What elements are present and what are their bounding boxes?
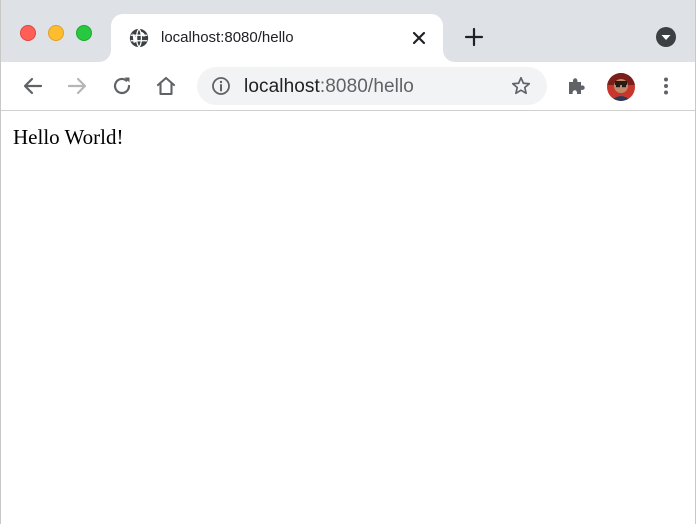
tab-title: localhost:8080/hello xyxy=(161,29,294,46)
tab-strip: localhost:8080/hello xyxy=(1,0,695,62)
close-icon[interactable] xyxy=(410,29,428,47)
reload-icon[interactable] xyxy=(110,74,134,98)
page-body-text: Hello World! xyxy=(13,125,124,149)
url-host: localhost xyxy=(244,76,320,97)
avatar-photo xyxy=(607,73,635,101)
back-arrow-icon[interactable] xyxy=(21,74,45,98)
page-content: Hello World! xyxy=(1,111,695,524)
star-icon[interactable] xyxy=(510,75,532,97)
browser-window: localhost:8080/hello localhost:8080/hell… xyxy=(0,0,696,524)
globe-icon xyxy=(129,28,149,48)
forward-arrow-icon[interactable] xyxy=(65,74,89,98)
home-icon[interactable] xyxy=(154,74,178,98)
window-maximize-button[interactable] xyxy=(76,25,92,41)
profile-avatar[interactable] xyxy=(607,73,635,101)
url-path: :8080/hello xyxy=(319,76,414,97)
new-tab-plus-icon[interactable] xyxy=(463,26,485,48)
puzzle-piece-icon[interactable] xyxy=(565,74,589,98)
window-close-button[interactable] xyxy=(20,25,36,41)
window-minimize-button[interactable] xyxy=(48,25,64,41)
tab-active[interactable]: localhost:8080/hello xyxy=(111,14,443,62)
toolbar: localhost:8080/hello xyxy=(1,62,695,111)
vertical-dots-icon[interactable] xyxy=(654,74,678,98)
address-bar[interactable]: localhost:8080/hello xyxy=(197,67,547,105)
tab-search-dropdown-icon[interactable] xyxy=(655,26,677,48)
info-icon[interactable] xyxy=(211,76,231,96)
url-text[interactable]: localhost:8080/hello xyxy=(244,76,414,98)
